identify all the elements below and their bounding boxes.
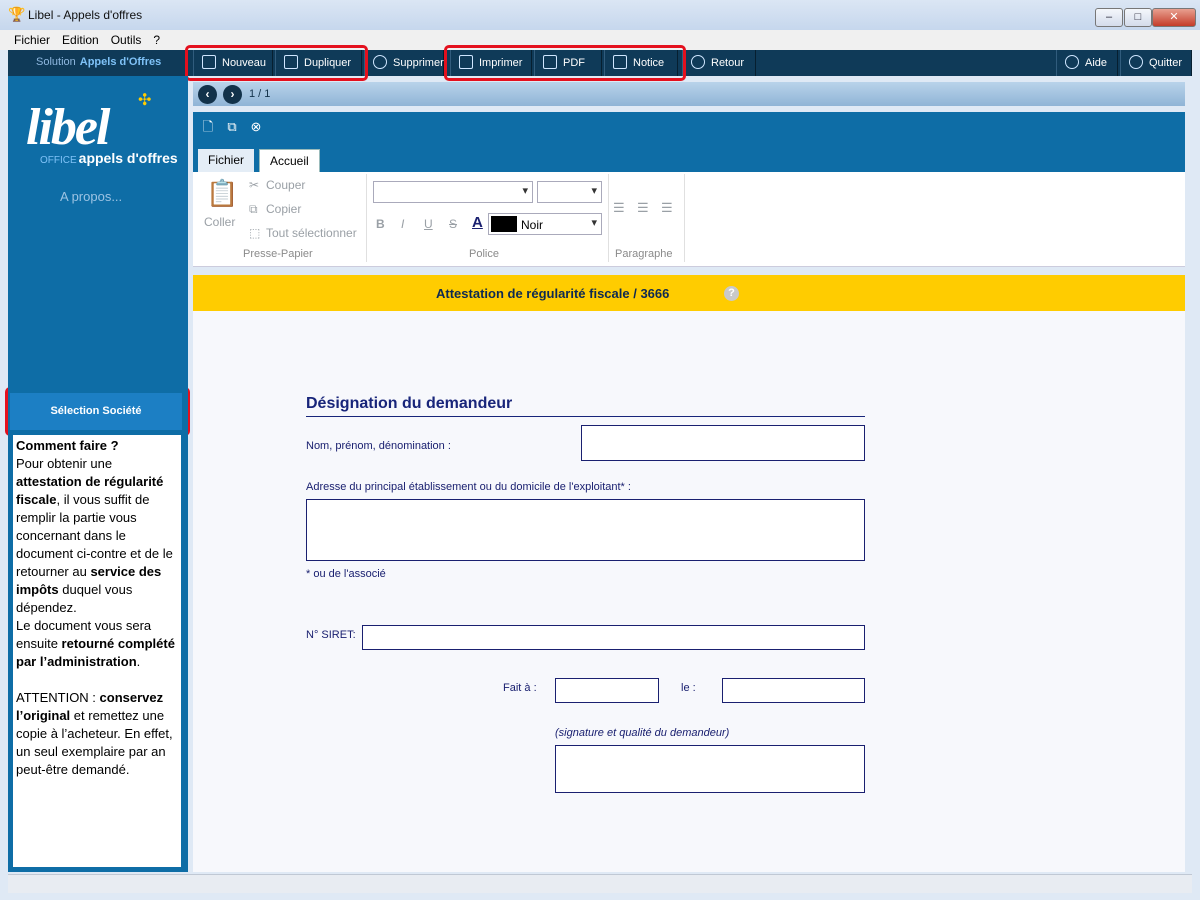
font-color-select[interactable]: Noir [488,213,602,235]
new-document-icon[interactable]: 🗋 [201,120,215,134]
address-field[interactable] [306,499,865,561]
ribbon-separator [684,174,685,262]
document-title: Attestation de régularité fiscale / 3666 [436,286,670,301]
menu-fichier[interactable]: Fichier [8,31,56,49]
supprimer-button[interactable]: Supprimer [364,50,444,76]
name-label: Nom, prénom, dénomination : [306,440,451,452]
page-counter: 1 / 1 [249,88,271,100]
le-label: le : [681,682,696,694]
signature-field[interactable] [555,745,865,793]
logo-subtitle: OFFICE appels d'offres [40,150,178,166]
address-note: * ou de l'associé [306,568,386,580]
tab-fichier[interactable]: Fichier [198,149,255,172]
dragonfly-icon: ✣ [138,92,152,109]
siret-field[interactable] [362,625,865,650]
date-field[interactable] [722,678,865,703]
status-bar [8,874,1192,893]
retour-button[interactable]: Retour [682,50,756,76]
fait-field[interactable] [555,678,659,703]
navigation-strip [193,82,1185,106]
paste-button[interactable]: Coller [204,215,235,229]
group-label-clipboard: Presse-Papier [243,248,313,260]
help-text: Pour obtenir une [16,456,113,471]
group-label-paragraph: Paragraphe [615,248,673,260]
logo: libel [26,99,110,156]
ribbon-separator [608,174,609,262]
align-center-icon[interactable]: ☰ [637,200,649,216]
ribbon-header [193,112,1185,172]
scissors-icon: ✂ [249,178,260,192]
menu-help[interactable]: ? [147,31,166,49]
aide-button[interactable]: Aide [1056,50,1118,76]
fait-label: Fait à : [503,682,537,694]
siret-label: N° SIRET: [306,629,356,641]
quitter-button[interactable]: Quitter [1120,50,1192,76]
menu-edition[interactable]: Edition [56,31,105,49]
highlight-box-new-dup [185,45,368,81]
highlight-box-print-group [444,45,686,81]
return-arrow-icon [691,55,705,69]
font-color-icon[interactable]: A [472,214,483,231]
signature-label: (signature et qualité du demandeur) [555,727,730,739]
tab-accueil[interactable]: Accueil [259,149,320,172]
underline-button[interactable]: U [424,217,433,231]
selection-societe-button[interactable]: Sélection Société [10,393,182,430]
menu-outils[interactable]: Outils [105,31,148,49]
font-family-select[interactable] [373,181,533,203]
group-label-font: Police [469,248,499,260]
help-text: . [136,654,141,669]
align-right-icon[interactable]: ☰ [661,200,673,216]
help-circle-icon [1065,55,1079,69]
delete-circle-icon [373,55,387,69]
help-text: ATTENTION : [16,690,100,705]
ribbon-separator [366,174,367,262]
italic-button[interactable]: I [401,217,404,231]
close-button[interactable]: ✕ [1152,8,1196,27]
trophy-icon: 🏆 [8,6,26,22]
prev-page-button[interactable]: ‹ [198,85,217,104]
next-page-button[interactable]: › [223,85,242,104]
name-field[interactable] [581,425,865,461]
font-size-select[interactable] [537,181,602,203]
section-title: Désignation du demandeur [306,395,513,412]
copy-button[interactable]: Copier [266,202,301,216]
help-panel: Comment faire ? Pour obtenir une attesta… [13,435,181,867]
color-name: Noir [521,218,544,232]
bold-button[interactable]: B [376,217,385,231]
cut-button[interactable]: Couper [266,178,305,192]
maximize-button[interactable]: □ [1124,8,1152,27]
color-swatch [491,216,517,232]
minimize-button[interactable]: – [1095,8,1123,27]
copy-icon: ⧉ [249,202,258,216]
exit-icon [1129,55,1143,69]
document-title-band [193,275,1185,311]
select-all-button[interactable]: Tout sélectionner [266,226,357,240]
window-title: Libel - Appels d'offres [28,8,143,22]
select-all-icon: ⬚ [249,226,261,240]
help-icon[interactable]: ? [724,286,739,301]
delete-circle-icon[interactable]: ⊗ [249,120,263,134]
help-heading: Comment faire ? [16,438,119,453]
align-left-icon[interactable]: ☰ [613,200,625,216]
address-label: Adresse du principal établissement ou du… [306,481,631,493]
solution-label: Solution Appels d'Offres [36,56,162,68]
strikethrough-button[interactable]: S [449,217,457,231]
duplicate-icon[interactable]: ⧉ [225,120,239,134]
title-bar: 🏆 Libel - Appels d'offres – □ ✕ [0,0,1200,31]
ribbon-body [193,172,1185,267]
clipboard-icon: 📋 [206,178,239,208]
apropos-link[interactable]: A propos... [60,189,122,204]
section-underline [306,416,865,417]
